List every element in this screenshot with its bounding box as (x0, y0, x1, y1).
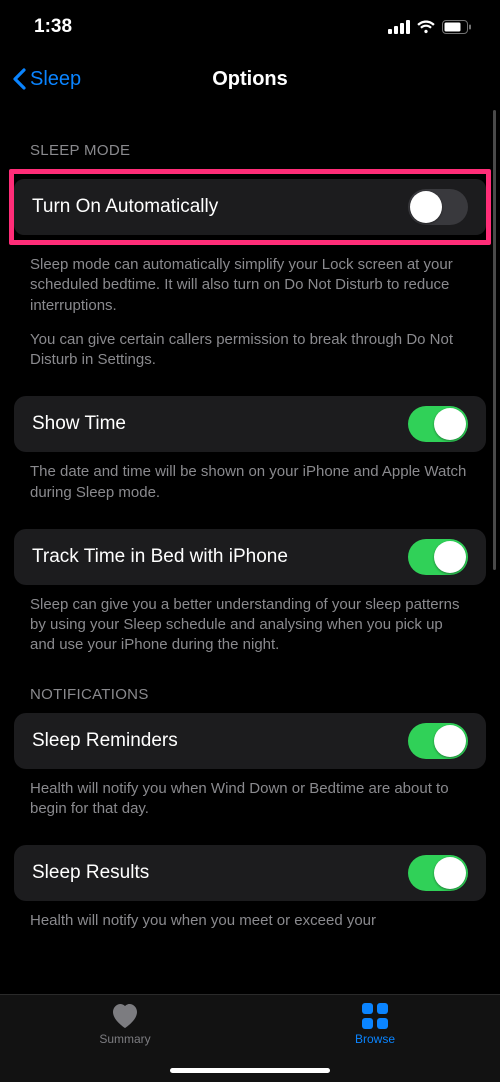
footer-text: Health will notify you when you meet or … (0, 901, 500, 931)
scroll-indicator[interactable] (493, 110, 496, 570)
footer-text: You can give certain callers permission … (0, 316, 500, 371)
row-label: Turn On Automatically (32, 196, 218, 218)
wifi-icon (416, 20, 436, 34)
toggle-track-time-in-bed[interactable] (408, 539, 468, 575)
nav-bar: Sleep Options (0, 54, 500, 104)
status-icons (388, 20, 472, 34)
highlighted-row-frame: Turn On Automatically (9, 169, 491, 245)
back-button[interactable]: Sleep (12, 68, 81, 91)
chevron-left-icon (12, 68, 26, 90)
row-turn-on-automatically[interactable]: Turn On Automatically (14, 179, 486, 235)
content-scroll[interactable]: SLEEP MODE Turn On Automatically Sleep m… (0, 104, 500, 994)
home-indicator[interactable] (170, 1068, 330, 1073)
row-label: Sleep Results (32, 862, 149, 884)
row-sleep-reminders[interactable]: Sleep Reminders (14, 713, 486, 769)
toggle-sleep-results[interactable] (408, 855, 468, 891)
status-time: 1:38 (34, 16, 72, 38)
toggle-turn-on-automatically[interactable] (408, 189, 468, 225)
cellular-icon (388, 20, 410, 34)
row-track-time-in-bed[interactable]: Track Time in Bed with iPhone (14, 529, 486, 585)
tab-label: Summary (99, 1032, 150, 1046)
row-sleep-results[interactable]: Sleep Results (14, 845, 486, 901)
row-label: Show Time (32, 413, 126, 435)
footer-text: The date and time will be shown on your … (0, 452, 500, 503)
row-label: Track Time in Bed with iPhone (32, 546, 288, 568)
status-bar: 1:38 (0, 0, 500, 54)
toggle-show-time[interactable] (408, 406, 468, 442)
back-label: Sleep (30, 68, 81, 91)
grid-icon (362, 1003, 388, 1029)
row-label: Sleep Reminders (32, 730, 178, 752)
battery-icon (442, 20, 472, 34)
section-header-sleep-mode: SLEEP MODE (0, 104, 500, 169)
toggle-sleep-reminders[interactable] (408, 723, 468, 759)
row-show-time[interactable]: Show Time (14, 396, 486, 452)
footer-text: Health will notify you when Wind Down or… (0, 769, 500, 820)
footer-text: Sleep mode can automatically simplify yo… (0, 245, 500, 316)
tab-label: Browse (355, 1032, 395, 1046)
heart-icon (110, 1003, 140, 1029)
footer-text: Sleep can give you a better understandin… (0, 585, 500, 656)
section-header-notifications: NOTIFICATIONS (0, 656, 500, 713)
